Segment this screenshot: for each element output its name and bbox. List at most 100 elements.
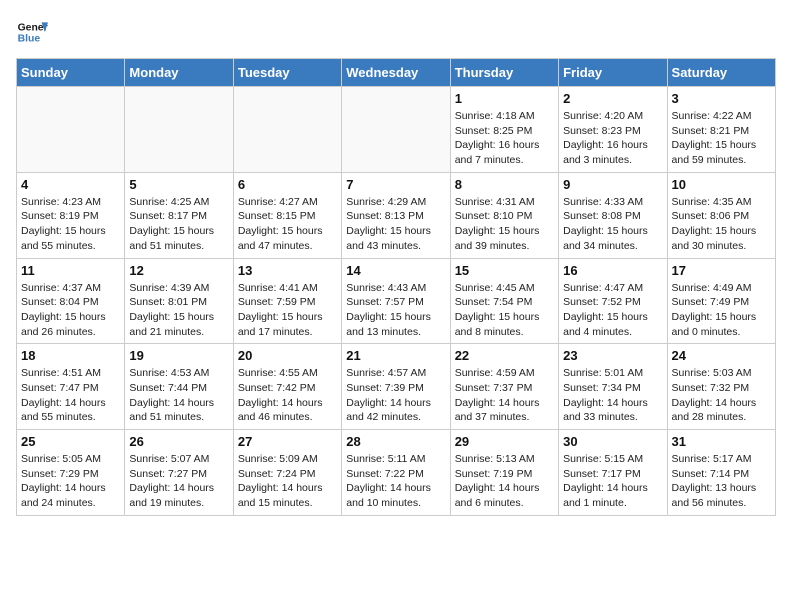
calendar-cell: 17 Sunrise: 4:49 AMSunset: 7:49 PMDayligh…: [667, 258, 775, 344]
day-info: Sunrise: 5:17 AMSunset: 7:14 PMDaylight:…: [672, 452, 771, 511]
day-number: 31: [672, 434, 771, 449]
day-number: 11: [21, 263, 120, 278]
calendar-cell: 18 Sunrise: 4:51 AMSunset: 7:47 PMDayligh…: [17, 344, 125, 430]
day-info: Sunrise: 4:45 AMSunset: 7:54 PMDaylight:…: [455, 281, 554, 340]
weekday-header-sunday: Sunday: [17, 59, 125, 87]
day-number: 14: [346, 263, 445, 278]
day-number: 15: [455, 263, 554, 278]
calendar-cell: 2 Sunrise: 4:20 AMSunset: 8:23 PMDaylight…: [559, 87, 667, 173]
day-number: 22: [455, 348, 554, 363]
day-info: Sunrise: 4:27 AMSunset: 8:15 PMDaylight:…: [238, 195, 337, 254]
day-info: Sunrise: 4:57 AMSunset: 7:39 PMDaylight:…: [346, 366, 445, 425]
day-number: 18: [21, 348, 120, 363]
calendar-cell: [233, 87, 341, 173]
day-info: Sunrise: 5:13 AMSunset: 7:19 PMDaylight:…: [455, 452, 554, 511]
calendar-cell: 3Sunrise: 4:22 AMSunset: 8:21 PMDaylight…: [667, 87, 775, 173]
day-info: Sunrise: 4:55 AMSunset: 7:42 PMDaylight:…: [238, 366, 337, 425]
day-info: Sunrise: 4:23 AMSunset: 8:19 PMDaylight:…: [21, 195, 120, 254]
calendar-cell: 15 Sunrise: 4:45 AMSunset: 7:54 PMDayligh…: [450, 258, 558, 344]
day-number: 24: [672, 348, 771, 363]
calendar-cell: 1Sunrise: 4:18 AMSunset: 8:25 PMDaylight…: [450, 87, 558, 173]
day-info: Sunrise: 4:47 AMSunset: 7:52 PMDaylight:…: [563, 281, 662, 340]
calendar-cell: 10 Sunrise: 4:35 AMSunset: 8:06 PMDayligh…: [667, 172, 775, 258]
calendar-cell: [17, 87, 125, 173]
day-info: Sunrise: 5:01 AMSunset: 7:34 PMDaylight:…: [563, 366, 662, 425]
calendar-cell: 16Sunrise: 4:47 AMSunset: 7:52 PMDayligh…: [559, 258, 667, 344]
day-info: Sunrise: 5:09 AMSunset: 7:24 PMDaylight:…: [238, 452, 337, 511]
day-info: Sunrise: 5:15 AMSunset: 7:17 PMDaylight:…: [563, 452, 662, 511]
weekday-header-wednesday: Wednesday: [342, 59, 450, 87]
calendar-cell: 22 Sunrise: 4:59 AMSunset: 7:37 PMDayligh…: [450, 344, 558, 430]
day-info: Sunrise: 5:11 AMSunset: 7:22 PMDaylight:…: [346, 452, 445, 511]
day-info: Sunrise: 5:07 AMSunset: 7:27 PMDaylight:…: [129, 452, 228, 511]
day-info: Sunrise: 4:25 AMSunset: 8:17 PMDaylight:…: [129, 195, 228, 254]
day-number: 27: [238, 434, 337, 449]
calendar-cell: 25 Sunrise: 5:05 AMSunset: 7:29 PMDayligh…: [17, 430, 125, 516]
calendar-table: SundayMondayTuesdayWednesdayThursdayFrid…: [16, 58, 776, 516]
day-number: 26: [129, 434, 228, 449]
day-number: 21: [346, 348, 445, 363]
day-number: 20: [238, 348, 337, 363]
week-row-4: 18 Sunrise: 4:51 AMSunset: 7:47 PMDayligh…: [17, 344, 776, 430]
day-info: Sunrise: 5:03 AMSunset: 7:32 PMDaylight:…: [672, 366, 771, 425]
day-number: 3: [672, 91, 771, 106]
week-row-5: 25 Sunrise: 5:05 AMSunset: 7:29 PMDayligh…: [17, 430, 776, 516]
day-info: Sunrise: 4:31 AMSunset: 8:10 PMDaylight:…: [455, 195, 554, 254]
calendar-cell: 30 Sunrise: 5:15 AMSunset: 7:17 PMDayligh…: [559, 430, 667, 516]
calendar-cell: 8 Sunrise: 4:31 AMSunset: 8:10 PMDaylight…: [450, 172, 558, 258]
calendar-cell: 9 Sunrise: 4:33 AMSunset: 8:08 PMDaylight…: [559, 172, 667, 258]
day-number: 5: [129, 177, 228, 192]
calendar-cell: 26 Sunrise: 5:07 AMSunset: 7:27 PMDayligh…: [125, 430, 233, 516]
calendar-cell: [342, 87, 450, 173]
calendar-cell: 13Sunrise: 4:41 AMSunset: 7:59 PMDayligh…: [233, 258, 341, 344]
day-number: 8: [455, 177, 554, 192]
day-info: Sunrise: 4:53 AMSunset: 7:44 PMDaylight:…: [129, 366, 228, 425]
logo-icon: General Blue: [16, 16, 48, 48]
day-info: Sunrise: 5:05 AMSunset: 7:29 PMDaylight:…: [21, 452, 120, 511]
day-info: Sunrise: 4:41 AMSunset: 7:59 PMDaylight:…: [238, 281, 337, 340]
day-number: 30: [563, 434, 662, 449]
day-number: 17: [672, 263, 771, 278]
week-row-1: 1Sunrise: 4:18 AMSunset: 8:25 PMDaylight…: [17, 87, 776, 173]
calendar-cell: 27 Sunrise: 5:09 AMSunset: 7:24 PMDayligh…: [233, 430, 341, 516]
day-info: Sunrise: 4:49 AMSunset: 7:49 PMDaylight:…: [672, 281, 771, 340]
day-number: 9: [563, 177, 662, 192]
day-number: 7: [346, 177, 445, 192]
svg-text:Blue: Blue: [18, 34, 41, 45]
day-number: 25: [21, 434, 120, 449]
day-number: 23: [563, 348, 662, 363]
calendar-cell: 5 Sunrise: 4:25 AMSunset: 8:17 PMDaylight…: [125, 172, 233, 258]
week-row-2: 4Sunrise: 4:23 AMSunset: 8:19 PMDaylight…: [17, 172, 776, 258]
day-number: 28: [346, 434, 445, 449]
day-info: Sunrise: 4:20 AMSunset: 8:23 PMDaylight:…: [563, 109, 662, 168]
calendar-cell: 21 Sunrise: 4:57 AMSunset: 7:39 PMDayligh…: [342, 344, 450, 430]
calendar-cell: 12Sunrise: 4:39 AMSunset: 8:01 PMDayligh…: [125, 258, 233, 344]
calendar-cell: 11 Sunrise: 4:37 AMSunset: 8:04 PMDayligh…: [17, 258, 125, 344]
day-info: Sunrise: 4:35 AMSunset: 8:06 PMDaylight:…: [672, 195, 771, 254]
logo: General Blue: [16, 16, 52, 48]
weekday-header-tuesday: Tuesday: [233, 59, 341, 87]
weekday-header-friday: Friday: [559, 59, 667, 87]
calendar-cell: 6 Sunrise: 4:27 AMSunset: 8:15 PMDaylight…: [233, 172, 341, 258]
calendar-cell: 4Sunrise: 4:23 AMSunset: 8:19 PMDaylight…: [17, 172, 125, 258]
day-info: Sunrise: 4:29 AMSunset: 8:13 PMDaylight:…: [346, 195, 445, 254]
day-number: 10: [672, 177, 771, 192]
calendar-cell: 29Sunrise: 5:13 AMSunset: 7:19 PMDayligh…: [450, 430, 558, 516]
day-info: Sunrise: 4:59 AMSunset: 7:37 PMDaylight:…: [455, 366, 554, 425]
day-info: Sunrise: 4:18 AMSunset: 8:25 PMDaylight:…: [455, 109, 554, 168]
calendar-cell: 31 Sunrise: 5:17 AMSunset: 7:14 PMDayligh…: [667, 430, 775, 516]
calendar-cell: 28 Sunrise: 5:11 AMSunset: 7:22 PMDayligh…: [342, 430, 450, 516]
day-info: Sunrise: 4:37 AMSunset: 8:04 PMDaylight:…: [21, 281, 120, 340]
day-info: Sunrise: 4:33 AMSunset: 8:08 PMDaylight:…: [563, 195, 662, 254]
calendar-cell: 20 Sunrise: 4:55 AMSunset: 7:42 PMDayligh…: [233, 344, 341, 430]
weekday-header-thursday: Thursday: [450, 59, 558, 87]
calendar-cell: 19Sunrise: 4:53 AMSunset: 7:44 PMDayligh…: [125, 344, 233, 430]
day-number: 2: [563, 91, 662, 106]
calendar-cell: 23 Sunrise: 5:01 AMSunset: 7:34 PMDayligh…: [559, 344, 667, 430]
day-info: Sunrise: 4:39 AMSunset: 8:01 PMDaylight:…: [129, 281, 228, 340]
weekday-header-monday: Monday: [125, 59, 233, 87]
day-number: 6: [238, 177, 337, 192]
page-header: General Blue: [16, 16, 776, 48]
day-info: Sunrise: 4:51 AMSunset: 7:47 PMDaylight:…: [21, 366, 120, 425]
calendar-cell: 14Sunrise: 4:43 AMSunset: 7:57 PMDayligh…: [342, 258, 450, 344]
